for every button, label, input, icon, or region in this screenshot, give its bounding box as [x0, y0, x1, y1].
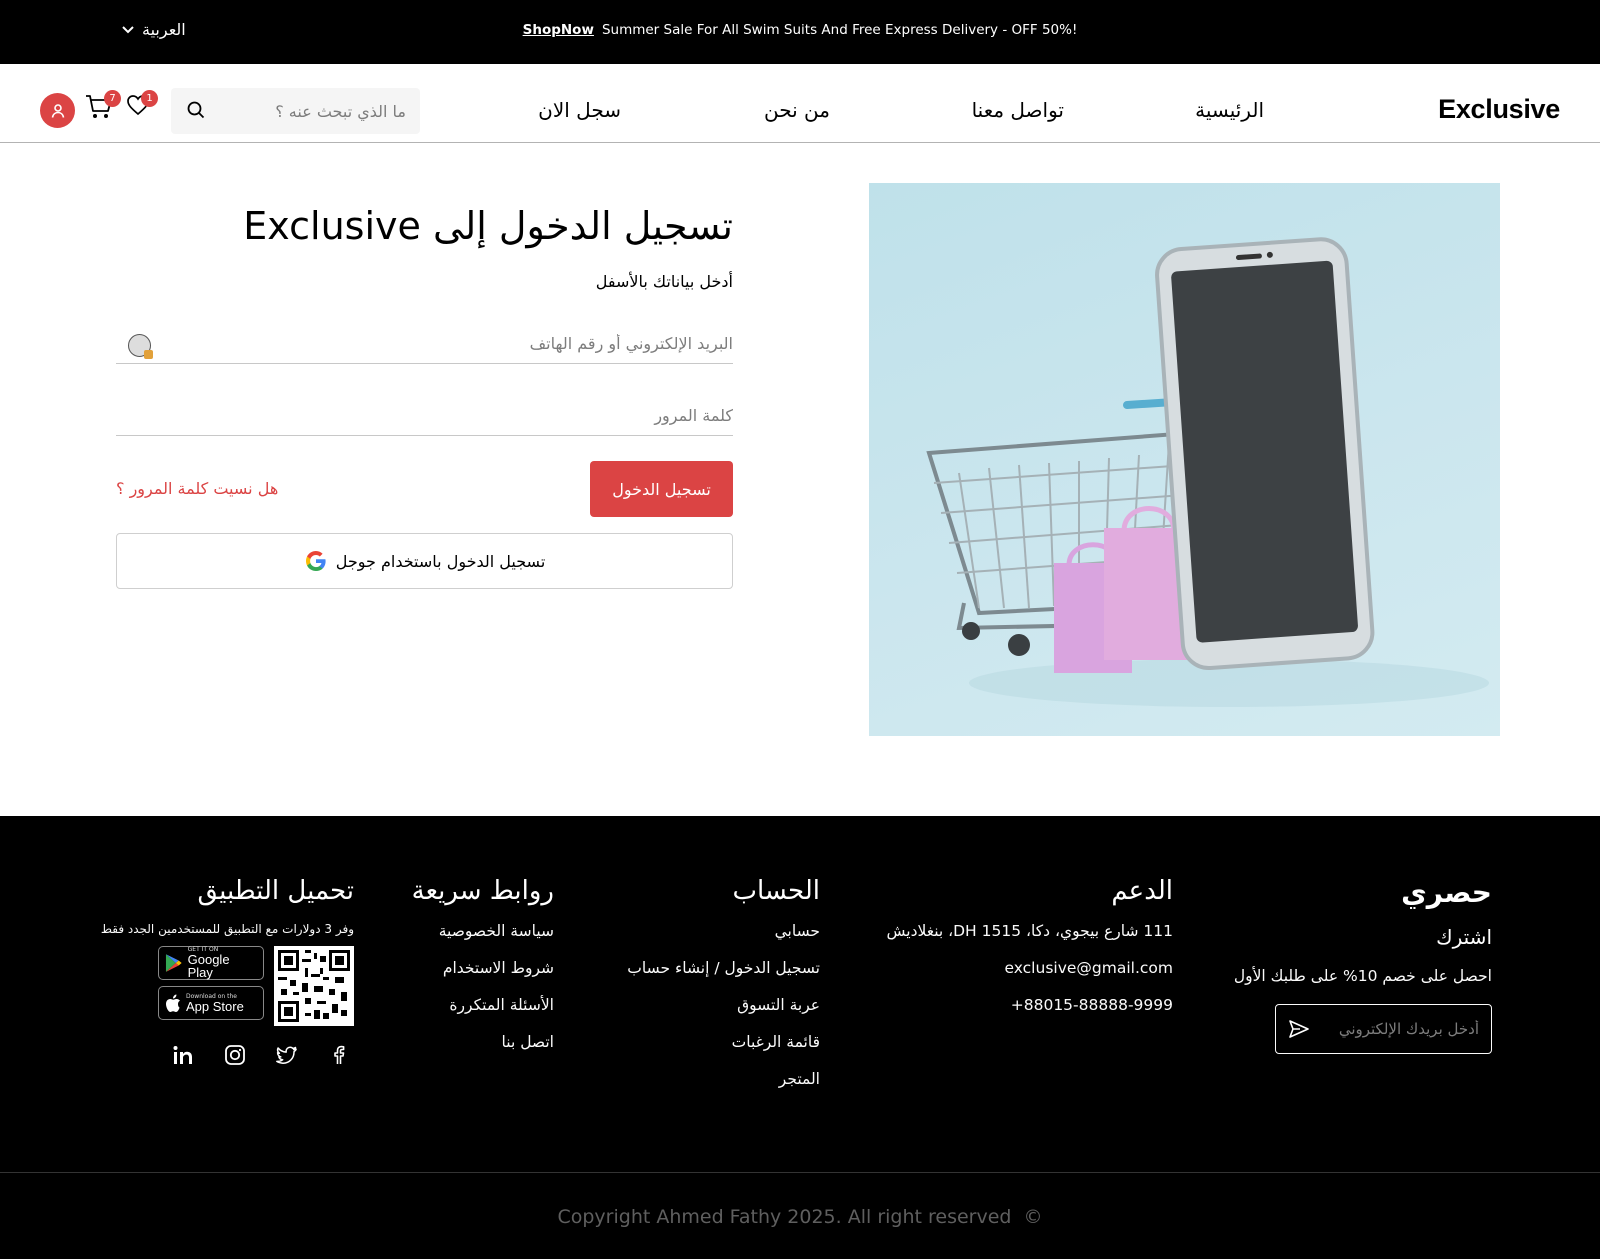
facebook-icon[interactable] [328, 1044, 350, 1066]
hero-illustration [926, 237, 1489, 707]
footer-link-login-register[interactable]: تسجيل الدخول / إنشاء حساب [627, 959, 820, 977]
nav-contact[interactable]: تواصل معنا [972, 98, 1064, 122]
promo-banner: ShopNow Summer Sale For All Swim Suits An… [0, 22, 1600, 38]
forgot-password-link[interactable]: هل نسيت كلمة المرور ؟ [116, 479, 278, 498]
top-announcement-bar: العربية ShopNow Summer Sale For All Swim … [0, 0, 1600, 64]
shopping-cart-phone-image [869, 183, 1500, 736]
download-app-heading: تحميل التطبيق [197, 876, 354, 906]
user-icon [51, 103, 64, 118]
cart-button[interactable]: 7 [85, 90, 121, 120]
apple-icon [166, 994, 180, 1012]
footer-support-column: الدعم 111 شارع بيجوي، دكا، DH 1515، بنغل… [887, 876, 1174, 1033]
copyright-text: Copyright Ahmed Fathy 2025. All right re… [557, 1206, 1012, 1228]
footer-link-cart[interactable]: عربة التسوق [627, 996, 820, 1014]
footer-link-contact[interactable]: اتصل بنا [412, 1033, 554, 1051]
email-field[interactable] [116, 324, 733, 363]
subscribe-form [1275, 1004, 1492, 1054]
qr-code [274, 946, 354, 1026]
google-play-icon [165, 954, 182, 972]
copyright: Copyright Ahmed Fathy 2025. All right re… [0, 1206, 1600, 1228]
password-manager-icon[interactable] [128, 334, 153, 359]
wishlist-button[interactable]: 1 [126, 90, 158, 116]
app-store-text: App Store [186, 998, 244, 1014]
login-title: تسجيل الدخول إلى Exclusive [243, 204, 733, 248]
google-play-badge[interactable]: GET IT ON Google Play [158, 946, 264, 980]
nav-about[interactable]: من نحن [764, 98, 830, 122]
search-input[interactable] [216, 99, 406, 123]
footer-exclusive-column: حصري اشترك احصل على خصم 10% على طلبك الأ… [1234, 876, 1492, 1054]
support-email[interactable]: exclusive@gmail.com [887, 959, 1174, 977]
google-icon [305, 551, 326, 571]
nav-signup[interactable]: سجل الان [538, 98, 621, 122]
footer-link-terms[interactable]: شروط الاستخدام [412, 959, 554, 977]
logo[interactable]: Exclusive [1438, 94, 1560, 125]
login-subtitle: أدخل بياناتك بالأسفل [595, 272, 733, 291]
password-field-wrapper [116, 396, 733, 436]
twitter-icon[interactable] [276, 1044, 298, 1066]
footer-brand: حصري [1401, 876, 1492, 909]
search-icon[interactable] [186, 100, 206, 120]
footer-quick-links-column: روابط سريعة سياسة الخصوصية شروط الاستخدا… [412, 876, 554, 1070]
promo-text: Summer Sale For All Swim Suits And Free … [601, 22, 1078, 38]
support-heading: الدعم [1111, 876, 1173, 906]
search-bar [171, 88, 420, 134]
main-header: Exclusive الرئيسية تواصل معنا من نحن سجل… [0, 64, 1600, 143]
app-download-row: GET IT ON Google Play Download on the App … [101, 946, 354, 1026]
app-promo-note: وفر 3 دولارات مع التطبيق للمستخدمين الجد… [100, 922, 354, 936]
password-field[interactable] [116, 396, 733, 435]
nav-home[interactable]: الرئيسية [1195, 98, 1264, 122]
quick-links-heading: روابط سريعة [411, 876, 554, 906]
login-button[interactable]: تسجيل الدخول [590, 461, 733, 517]
google-play-text: Google Play [187, 952, 230, 980]
user-account-button[interactable] [40, 93, 75, 128]
google-login-label: تسجيل الدخول باستخدام جوجل [335, 551, 546, 571]
footer-link-my-account[interactable]: حسابي [627, 922, 820, 940]
footer-link-privacy[interactable]: سياسة الخصوصية [412, 922, 554, 940]
social-links [101, 1044, 354, 1066]
account-heading: الحساب [732, 876, 820, 906]
support-address: 111 شارع بيجوي، دكا، DH 1515، بنغلاديش [886, 922, 1174, 940]
store-badges: GET IT ON Google Play Download on the App … [158, 946, 264, 1026]
support-phone[interactable]: +88015-88888-9999 [887, 996, 1173, 1014]
footer-divider [0, 1172, 1600, 1173]
subscribe-offer-text: احصل على خصم 10% على طلبك الأول [1233, 967, 1492, 985]
send-icon[interactable] [1288, 1018, 1310, 1040]
linkedin-icon[interactable] [172, 1044, 194, 1066]
cart-count-badge: 7 [104, 90, 121, 107]
footer-account-column: الحساب حسابي تسجيل الدخول / إنشاء حساب ع… [627, 876, 820, 1107]
wishlist-count-badge: 1 [141, 90, 158, 107]
subscribe-heading: اشترك [1436, 925, 1492, 949]
copyright-icon: © [1023, 1206, 1043, 1228]
shop-now-link[interactable]: ShopNow [523, 22, 594, 38]
email-field-wrapper [116, 324, 733, 364]
app-store-badge[interactable]: Download on the App Store [158, 986, 264, 1020]
subscribe-email-input[interactable] [1319, 1018, 1479, 1040]
footer-app-column: تحميل التطبيق وفر 3 دولارات مع التطبيق ل… [101, 876, 354, 1066]
footer: حصري اشترك احصل على خصم 10% على طلبك الأ… [0, 816, 1600, 1259]
google-login-button[interactable]: تسجيل الدخول باستخدام جوجل [116, 533, 733, 589]
footer-link-wishlist[interactable]: قائمة الرغبات [627, 1033, 820, 1051]
footer-link-faq[interactable]: الأسئلة المتكررة [412, 996, 554, 1014]
footer-link-shop[interactable]: المتجر [627, 1070, 820, 1088]
instagram-icon[interactable] [224, 1044, 246, 1066]
